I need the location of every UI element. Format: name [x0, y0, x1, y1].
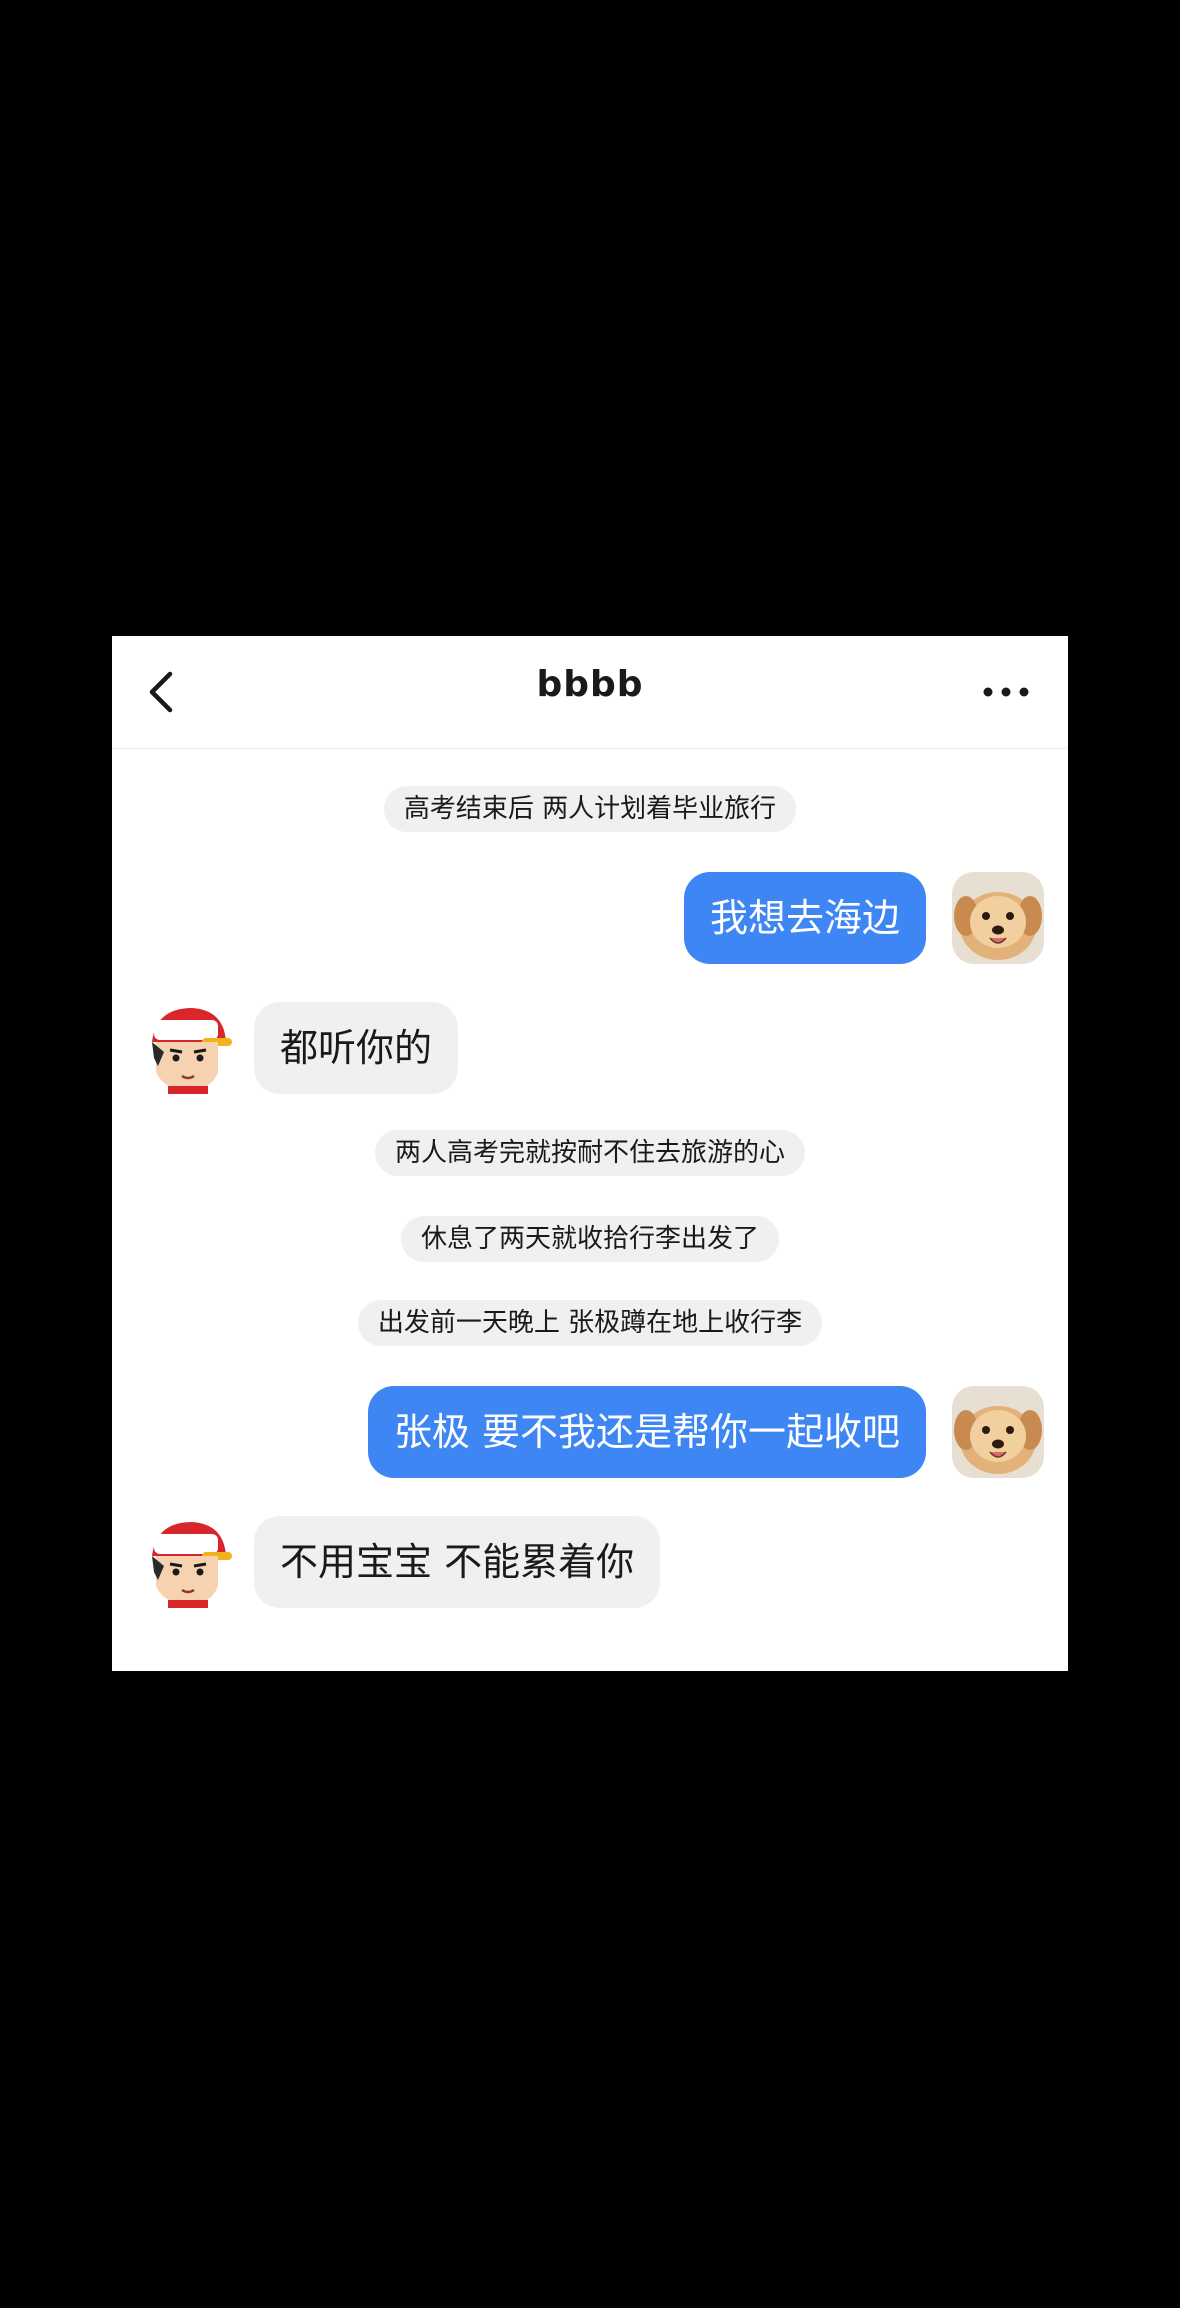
cartoon-boy-avatar-image	[142, 1516, 234, 1608]
cartoon-boy-avatar-image	[142, 1002, 234, 1094]
system-message-text: 出发前一天晚上 张极蹲在地上收行李	[357, 1300, 823, 1346]
outgoing-message-bubble[interactable]: 我想去海边	[683, 872, 926, 964]
incoming-message: 不用宝宝 不能累着你	[112, 1516, 1068, 1610]
outgoing-message: 张极 要不我还是帮你一起收吧	[112, 1386, 1068, 1480]
system-message-text: 休息了两天就收拾行李出发了	[400, 1216, 779, 1262]
chat-header: bbbb	[112, 636, 1068, 749]
system-message: 高考结束后 两人计划着毕业旅行	[112, 786, 1068, 832]
chat-screen: bbbb 高考结束后 两人计划着毕业旅行 我想去海边 都听你的 两人高考完就按耐…	[112, 636, 1068, 1671]
incoming-message: 都听你的	[112, 1002, 1068, 1096]
incoming-message-bubble[interactable]: 都听你的	[254, 1002, 459, 1094]
dog-avatar-image	[952, 872, 1044, 964]
more-button[interactable]	[982, 672, 1030, 712]
outgoing-message-bubble[interactable]: 张极 要不我还是帮你一起收吧	[367, 1386, 926, 1478]
system-message-text: 高考结束后 两人计划着毕业旅行	[383, 786, 797, 832]
incoming-message-bubble[interactable]: 不用宝宝 不能累着你	[254, 1516, 661, 1608]
outgoing-message: 我想去海边	[112, 872, 1068, 966]
cartoon-boy-avatar[interactable]	[142, 1002, 234, 1094]
system-message: 休息了两天就收拾行李出发了	[112, 1216, 1068, 1262]
more-horizontal-icon	[983, 687, 1029, 697]
dog-avatar[interactable]	[952, 872, 1044, 964]
cartoon-boy-avatar[interactable]	[142, 1516, 234, 1608]
chat-title: bbbb	[536, 664, 644, 705]
system-message: 出发前一天晚上 张极蹲在地上收行李	[112, 1300, 1068, 1346]
system-message-text: 两人高考完就按耐不住去旅游的心	[374, 1130, 805, 1176]
dog-avatar-image	[952, 1386, 1044, 1478]
system-message: 两人高考完就按耐不住去旅游的心	[112, 1130, 1068, 1176]
dog-avatar[interactable]	[952, 1386, 1044, 1478]
